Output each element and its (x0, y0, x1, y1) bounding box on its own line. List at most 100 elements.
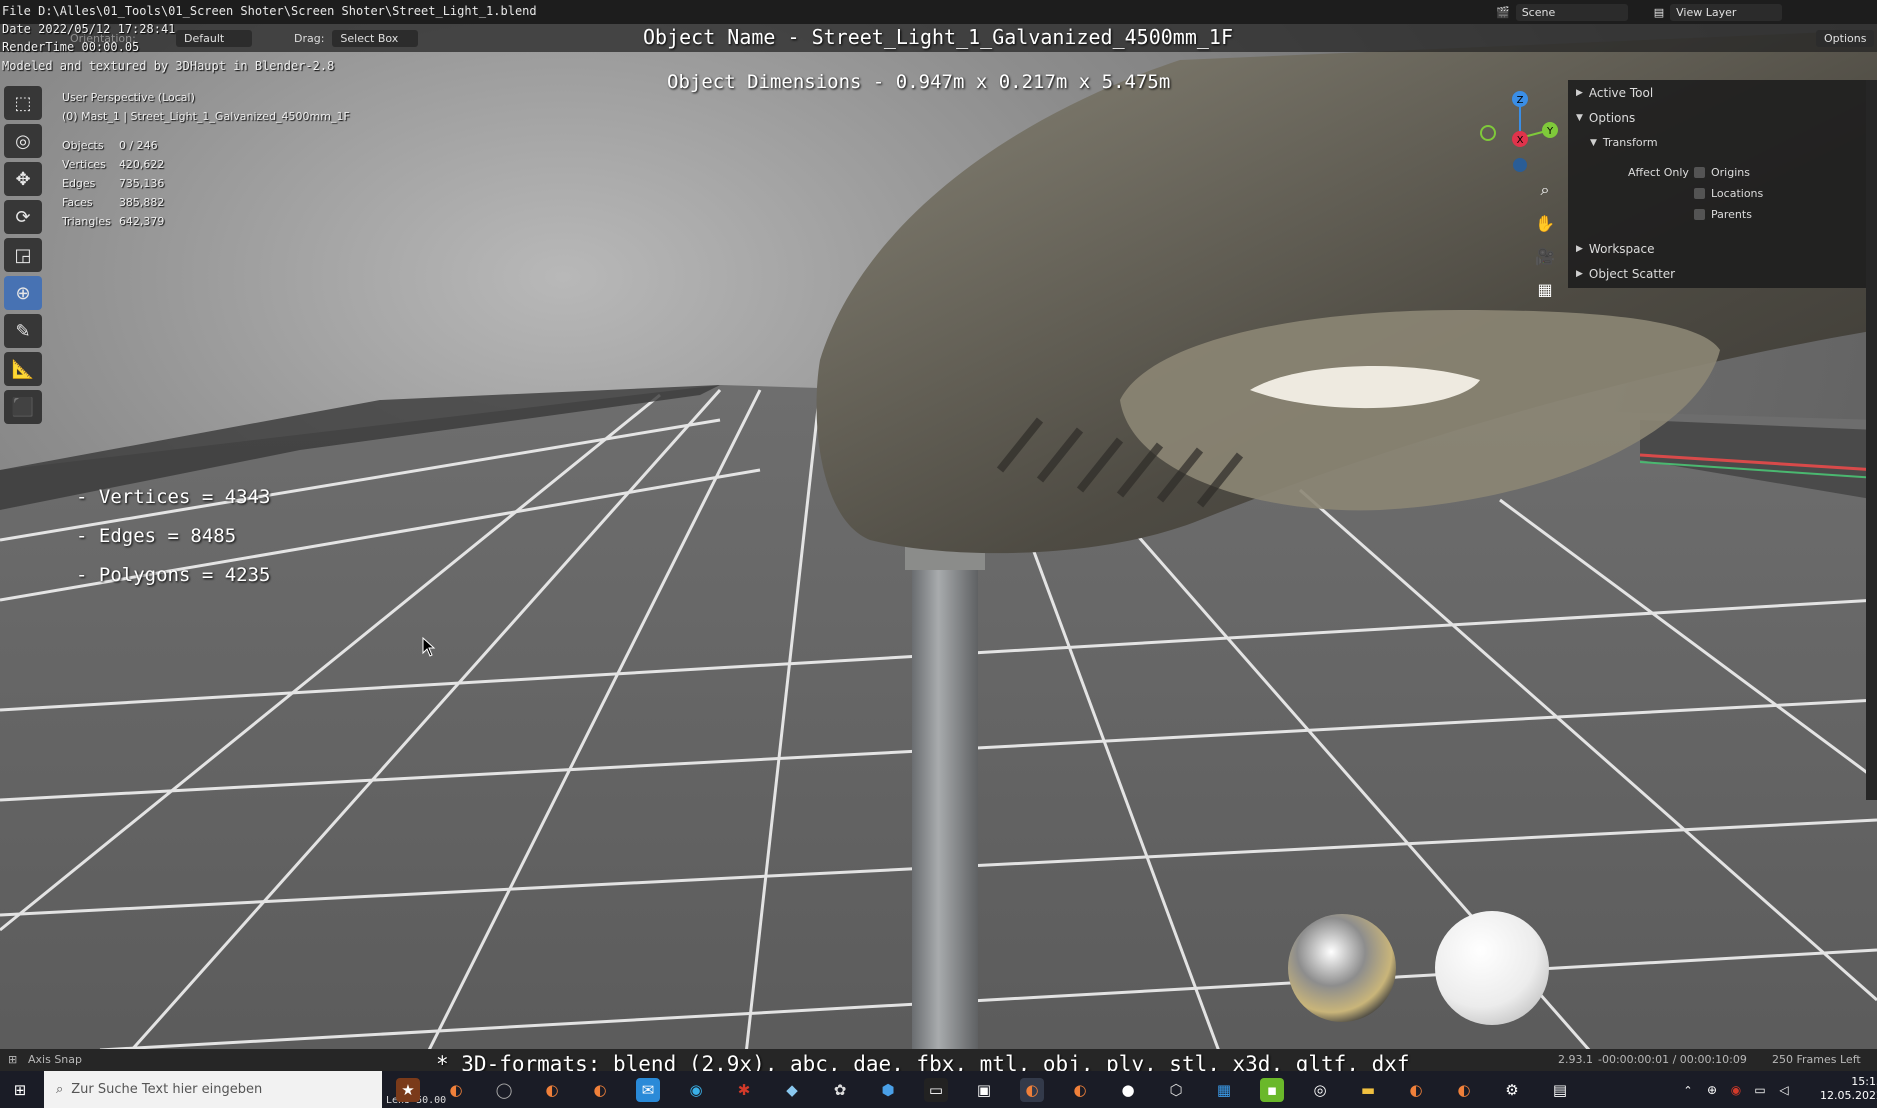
folder-icon[interactable]: ▬ (1356, 1078, 1380, 1102)
parents-checkbox[interactable]: Parents (1694, 208, 1752, 221)
terminal-icon[interactable]: ▭ (924, 1078, 948, 1102)
checkbox-icon[interactable] (1694, 167, 1705, 178)
select-tool-icon[interactable]: ⬚ (4, 86, 42, 120)
app-icon-gear[interactable]: ✿ (828, 1078, 852, 1102)
clock-time: 15:15 (1851, 1075, 1877, 1088)
rendertime-overlay: RenderTime 00:00.05 (2, 40, 140, 54)
stats-row: Triangles 642,379 (62, 212, 172, 231)
app-icon-shield[interactable]: ⬢ (876, 1078, 900, 1102)
panel-options[interactable]: ▼ Options (1576, 111, 1635, 125)
navigation-gizmo[interactable]: Z Y X (1472, 88, 1562, 178)
edges-count: - Edges = 8485 (76, 525, 237, 547)
move-tool-icon[interactable]: ✥ (4, 162, 42, 196)
panel-object-scatter[interactable]: ▶ Object Scatter (1576, 267, 1675, 281)
add-cube-tool-icon[interactable]: ⬛ (4, 390, 42, 424)
panel-transform[interactable]: ▼ Transform (1590, 136, 1658, 149)
expand-arrow-icon: ▼ (1590, 137, 1597, 148)
vertices-count: - Vertices = 4343 (76, 486, 271, 508)
app-icon-1[interactable]: ★ (396, 1078, 420, 1102)
checkbox-icon[interactable] (1694, 188, 1705, 199)
stat-label: Vertices (62, 158, 106, 171)
edge-browser-icon[interactable]: ◉ (684, 1078, 708, 1102)
panel-active-tool-label: Active Tool (1588, 86, 1654, 100)
stats-row: Objects 0 / 246 (62, 136, 172, 155)
annotate-tool-icon[interactable]: ✎ (4, 314, 42, 348)
tray-app-icon[interactable]: ◉ (1724, 1078, 1748, 1102)
app-icon-film[interactable]: ▣ (972, 1078, 996, 1102)
cursor-tool-icon[interactable]: ◎ (4, 124, 42, 158)
drag-control[interactable]: Drag: Select Box (294, 29, 419, 47)
stat-value: 420,622 (118, 158, 165, 171)
title-bar: File D:\Alles\01_Tools\01_Screen Shoter\… (0, 0, 1877, 24)
orientation-dropdown[interactable]: Default (176, 29, 252, 47)
file-path: File D:\Alles\01_Tools\01_Screen Shoter\… (2, 4, 537, 18)
drag-label: Drag: (294, 31, 325, 45)
stat-label: Faces (62, 196, 93, 209)
settings-gear-icon[interactable]: ⚙ (1500, 1078, 1524, 1102)
taskbar-clock[interactable]: 15:15 12.05.2022 (1820, 1075, 1877, 1103)
camera-icon[interactable]: 🎥 (1530, 241, 1560, 271)
scale-tool-icon[interactable]: ◲ (4, 238, 42, 272)
parents-label: Parents (1711, 208, 1752, 221)
stats-row: Vertices 420,622 (62, 155, 172, 174)
sidebar-tabs[interactable] (1866, 80, 1877, 800)
windows-start-icon[interactable]: ⊞ (8, 1078, 32, 1102)
gizmo-neg-y-axis[interactable] (1480, 125, 1496, 141)
blender-icon[interactable]: ◐ (540, 1078, 564, 1102)
grid-projection-icon[interactable]: ▦ (1530, 274, 1560, 304)
scene-name-field[interactable]: Scene (1515, 3, 1628, 21)
measure-tool-icon[interactable]: 📐 (4, 352, 42, 386)
tool-shelf: ⬚ ◎ ✥ ⟳ ◲ ⊕ ✎ 📐 ⬛ (4, 86, 44, 428)
view-layer-field[interactable]: View Layer (1670, 3, 1783, 21)
panel-workspace-label: Workspace (1588, 242, 1655, 256)
pan-hand-icon[interactable]: ✋ (1530, 208, 1560, 238)
blender-icon[interactable]: ◐ (588, 1078, 612, 1102)
scene-statistics: Objects 0 / 246 Vertices 420,622 Edges 735,… (62, 136, 172, 231)
gizmo-neg-z-axis[interactable] (1513, 158, 1527, 172)
clock-date: 12.05.2022 (1820, 1089, 1877, 1102)
rotate-tool-icon[interactable]: ⟳ (4, 200, 42, 234)
blender-icon[interactable]: ◐ (1404, 1078, 1428, 1102)
options-label[interactable]: Options (1816, 29, 1875, 47)
tray-network-icon[interactable]: ⊕ (1700, 1078, 1724, 1102)
origins-checkbox[interactable]: Origins (1694, 166, 1750, 179)
blender-icon[interactable]: ◐ (444, 1078, 468, 1102)
affect-only-label: Affect Only (1628, 166, 1689, 179)
blender-active-icon[interactable]: ◐ (1020, 1078, 1044, 1102)
taskbar-search[interactable]: ⌕ Zur Suche Text hier eingeben (44, 1071, 382, 1108)
stat-label: Triangles (62, 215, 111, 228)
calculator-icon[interactable]: ▦ (1212, 1078, 1236, 1102)
frames-left-label: 250 Frames Left (1772, 1053, 1861, 1066)
app-icon-blue[interactable]: ◆ (780, 1078, 804, 1102)
transform-tool-icon[interactable]: ⊕ (4, 276, 42, 310)
cube-icon[interactable]: ⬡ (1164, 1078, 1188, 1102)
blender-icon[interactable]: ◐ (1068, 1078, 1092, 1102)
mail-icon[interactable]: ✉ (636, 1078, 660, 1102)
orientation-value[interactable]: Default (176, 29, 252, 47)
stats-row: Faces 385,882 (62, 193, 172, 212)
axis-snap-icon: ⊞ (8, 1053, 18, 1066)
collapse-arrow-icon: ▶ (1576, 244, 1583, 254)
tray-speaker-icon[interactable]: ◁ (1772, 1078, 1796, 1102)
zoom-icon[interactable]: ⌕ (1530, 175, 1560, 205)
blender-icon[interactable]: ◐ (1452, 1078, 1476, 1102)
locations-checkbox[interactable]: Locations (1694, 187, 1763, 200)
tray-battery-icon[interactable]: ▭ (1748, 1078, 1772, 1102)
app-icon-circle[interactable]: ◎ (1308, 1078, 1332, 1102)
date-overlay: Date 2022/05/12 17:28:41 (2, 22, 176, 36)
panel-active-tool[interactable]: ▶ Active Tool (1576, 86, 1653, 100)
nvidia-icon[interactable]: ▪ (1260, 1078, 1284, 1102)
axis-snap-label: Axis Snap (28, 1053, 82, 1066)
credit-overlay: Modeled and textured by 3DHaupt in Blend… (2, 59, 335, 73)
app-icon-window[interactable]: ▤ (1548, 1078, 1572, 1102)
options-button[interactable]: Options (1816, 29, 1875, 47)
checkbox-icon[interactable] (1694, 209, 1705, 220)
panel-workspace[interactable]: ▶ Workspace (1576, 242, 1655, 256)
tray-chevron-icon[interactable]: ⌃ (1676, 1078, 1700, 1102)
scene-selector[interactable]: 🎬 Scene ▤ View Layer (1496, 0, 1783, 24)
app-icon-red[interactable]: ✱ (732, 1078, 756, 1102)
drag-value[interactable]: Select Box (332, 29, 419, 47)
obs-icon[interactable]: ◯ (492, 1078, 516, 1102)
panda-icon[interactable]: ● (1116, 1078, 1140, 1102)
stat-value: 385,882 (118, 196, 165, 209)
